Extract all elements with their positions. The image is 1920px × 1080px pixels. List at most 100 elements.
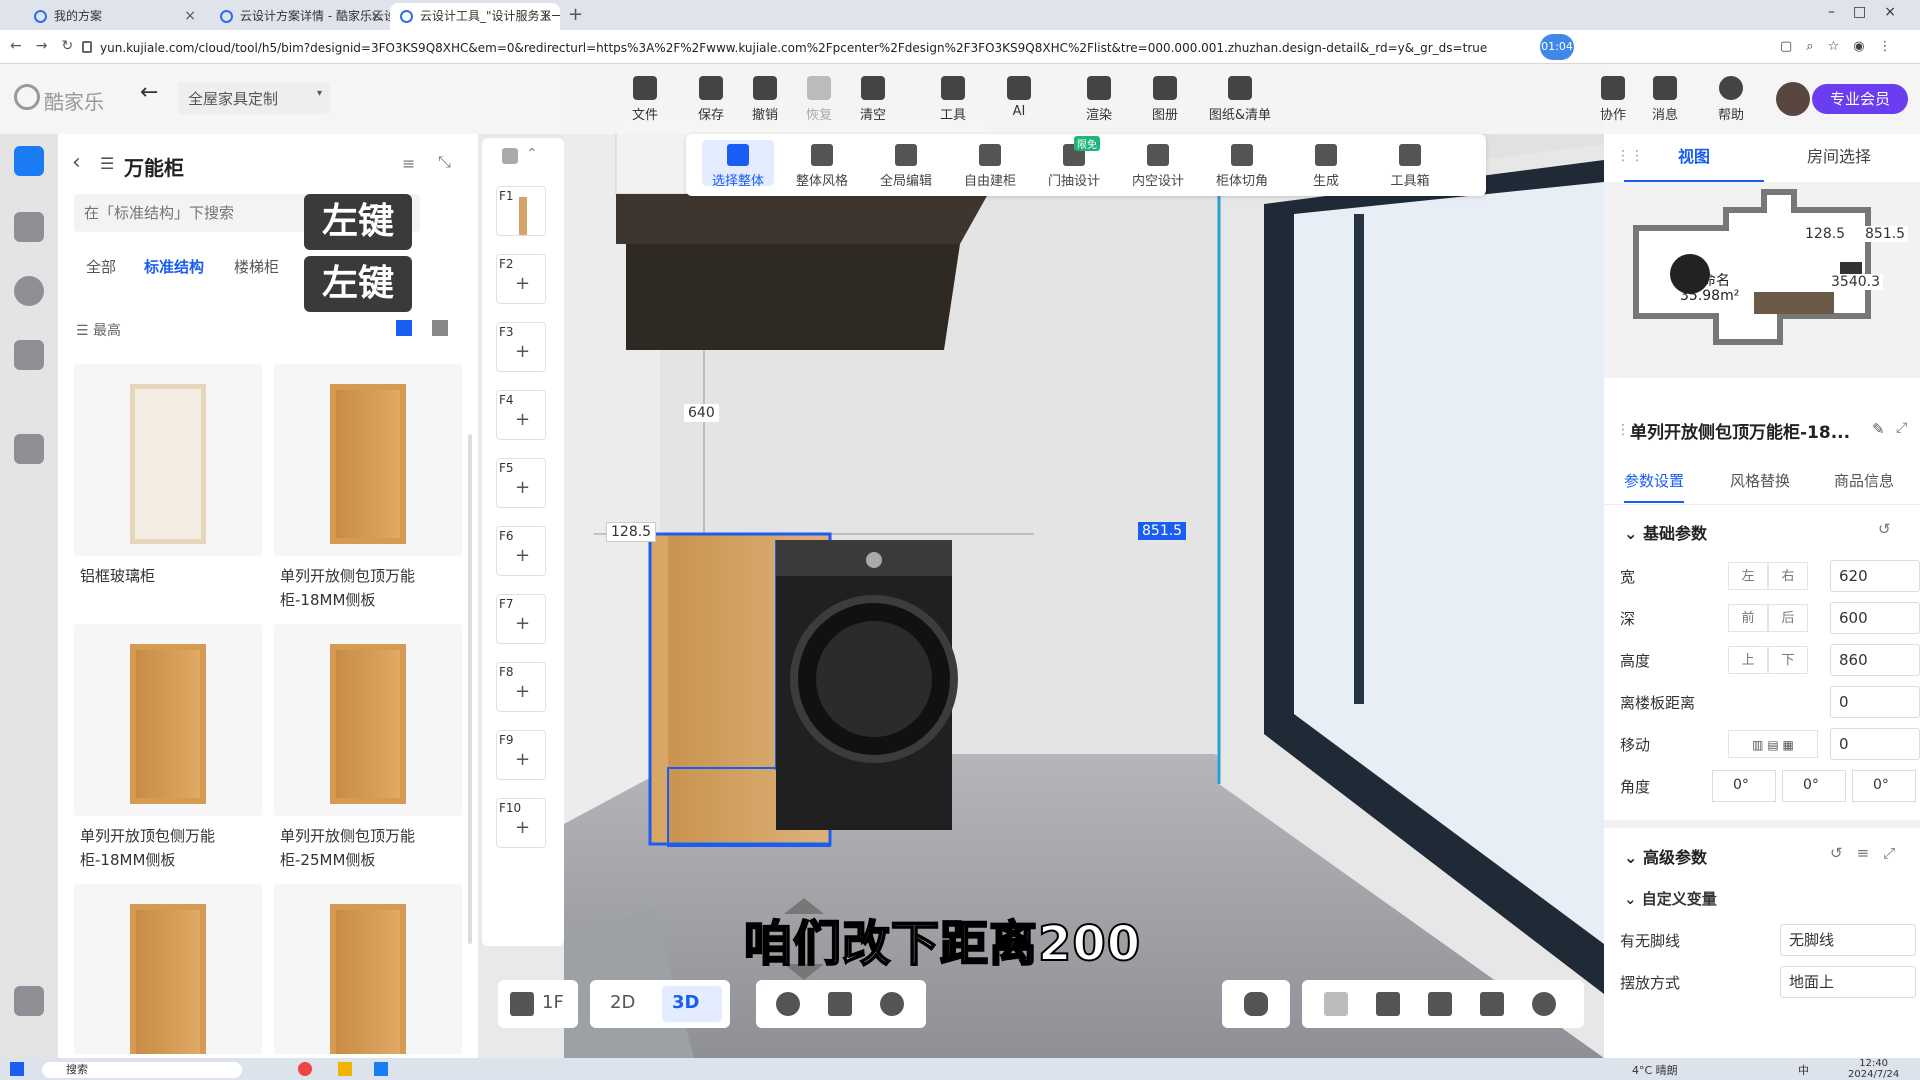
advanced-actions[interactable]: ↺≡⤢ bbox=[1830, 844, 1909, 862]
render-menu[interactable]: 渲染 bbox=[1074, 76, 1124, 123]
advanced-params-section[interactable]: ⌄ 高级参数 bbox=[1624, 844, 1707, 868]
library-item[interactable]: 单列开放顶包侧万能柜-18MM侧板 bbox=[74, 624, 264, 874]
ime-indicator[interactable]: 中 bbox=[1798, 1062, 1809, 1078]
redo-button[interactable]: 恢复 bbox=[794, 76, 844, 123]
nav-brand-icon[interactable] bbox=[14, 212, 44, 242]
back-icon[interactable]: ‹ bbox=[72, 150, 81, 175]
anchor-top-toggle[interactable]: 上 bbox=[1728, 646, 1768, 674]
door-drawer-tool[interactable]: 门抽设计 限免 bbox=[1038, 136, 1110, 189]
move-mode-icons[interactable]: ▥ ▤ ▦ bbox=[1728, 730, 1818, 758]
chevron-updown-icon[interactable]: ⌃ bbox=[526, 146, 538, 162]
3d-viewport[interactable]: 640 128.5 851.5 咱们改下距离200 bbox=[564, 64, 1604, 1058]
placement-select[interactable]: 地面上 bbox=[1780, 966, 1916, 998]
custom-vars-section[interactable]: ⌄ 自定义变量 bbox=[1624, 888, 1717, 909]
nav-user-icon[interactable] bbox=[14, 276, 44, 306]
collab-button[interactable]: 协作 bbox=[1588, 76, 1638, 123]
edit-icon[interactable]: ✎ bbox=[1872, 420, 1885, 438]
nav-buttons[interactable]: ←→↻ bbox=[10, 38, 87, 54]
floor-item-F10[interactable]: F10 + bbox=[496, 798, 546, 848]
floor-switch[interactable]: 1F bbox=[498, 980, 578, 1028]
angle-y-input[interactable]: 0° bbox=[1782, 770, 1846, 802]
zoom-icon[interactable] bbox=[1532, 992, 1556, 1016]
overall-style-tool[interactable]: 整体风格 bbox=[786, 144, 858, 189]
browser-actions[interactable]: ▢⌕☆◉⋮ bbox=[1780, 39, 1900, 55]
floor-item-F7[interactable]: F7 + bbox=[496, 594, 546, 644]
focus-icon[interactable] bbox=[1480, 992, 1504, 1016]
category-tab-standard[interactable]: 标准结构 bbox=[144, 256, 204, 277]
site-info-icon[interactable] bbox=[82, 41, 92, 53]
tab-params[interactable]: 参数设置 bbox=[1624, 470, 1685, 503]
view-3d-button[interactable]: 3D bbox=[662, 986, 722, 1022]
expand-icon[interactable]: ⤢ bbox=[1896, 420, 1907, 436]
library-item[interactable]: 单列开放侧包顶万能柜-25MM侧板 bbox=[274, 624, 464, 874]
floor-item-F1[interactable]: F1 bbox=[496, 186, 546, 236]
tab-view[interactable]: 视图 bbox=[1624, 134, 1764, 182]
library-item[interactable]: 单列开放侧包顶万能柜-18MM侧板 bbox=[274, 364, 464, 614]
close-icon[interactable]: × bbox=[540, 3, 552, 29]
reset-icon[interactable]: ↺ bbox=[1878, 520, 1891, 538]
browser-tab[interactable]: 云设计方案详情 - 酷家乐云设计 × bbox=[210, 3, 390, 30]
floor-item-F4[interactable]: F4 + bbox=[496, 390, 546, 440]
image-icon[interactable] bbox=[1324, 992, 1348, 1016]
floor-distance-input[interactable]: 0 bbox=[1830, 686, 1920, 718]
tab-style-replace[interactable]: 风格替换 bbox=[1730, 470, 1790, 491]
anchor-back-toggle[interactable]: 后 bbox=[1768, 604, 1808, 632]
box-icon[interactable] bbox=[828, 992, 852, 1016]
category-tab-all[interactable]: 全部 bbox=[86, 256, 116, 277]
avatar[interactable] bbox=[1776, 82, 1810, 116]
tools-menu[interactable]: 工具 bbox=[928, 76, 978, 123]
browser-tab[interactable]: 我的方案 × bbox=[24, 3, 204, 30]
toggle-panel-button[interactable] bbox=[1222, 980, 1290, 1028]
nav-list-icon[interactable] bbox=[14, 986, 44, 1016]
album-button[interactable]: 图册 bbox=[1140, 76, 1190, 123]
collapse-icon[interactable]: ⤡ bbox=[438, 152, 451, 172]
angle-z-input[interactable]: 0° bbox=[1852, 770, 1916, 802]
move-input[interactable]: 0 bbox=[1830, 728, 1920, 760]
ai-menu[interactable]: AI bbox=[994, 76, 1044, 119]
mode-select[interactable]: 全屋家具定制 ▾ bbox=[178, 82, 330, 114]
anchor-left-toggle[interactable]: 左 bbox=[1728, 562, 1768, 590]
tab-product-info[interactable]: 商品信息 bbox=[1834, 470, 1894, 491]
messages-button[interactable]: 消息 bbox=[1640, 76, 1690, 123]
file-menu[interactable]: 文件 bbox=[620, 76, 670, 123]
floor-item-F5[interactable]: F5 + bbox=[496, 458, 546, 508]
window-controls[interactable]: –□× bbox=[1828, 4, 1914, 20]
folder-icon[interactable] bbox=[338, 1062, 352, 1076]
search-input[interactable] bbox=[74, 194, 294, 232]
width-input[interactable]: 620 bbox=[1830, 560, 1920, 592]
generate-tool[interactable]: 生成 bbox=[1290, 144, 1362, 189]
help-button[interactable]: 帮助 bbox=[1706, 76, 1756, 123]
vip-badge[interactable]: 专业会员 bbox=[1812, 84, 1908, 114]
dimension-label-top[interactable]: 640 bbox=[684, 404, 719, 422]
global-edit-tool[interactable]: 全局编辑 bbox=[870, 144, 942, 189]
floor-item-F8[interactable]: F8 + bbox=[496, 662, 546, 712]
grid-view-icon[interactable] bbox=[396, 320, 412, 336]
nav-cabinet-icon[interactable] bbox=[14, 146, 44, 176]
os-search[interactable]: 搜索 bbox=[42, 1062, 242, 1078]
chrome-icon[interactable] bbox=[298, 1062, 312, 1076]
capture-icon[interactable] bbox=[1376, 992, 1400, 1016]
undo-button[interactable]: 撤销 bbox=[740, 76, 790, 123]
basic-params-section[interactable]: ⌄ 基础参数 bbox=[1624, 520, 1707, 544]
depth-input[interactable]: 600 bbox=[1830, 602, 1920, 634]
save-button[interactable]: 保存 bbox=[686, 76, 736, 123]
cabinet-chamfer-tool[interactable]: 柜体切角 bbox=[1206, 144, 1278, 189]
angle-x-input[interactable]: 0° bbox=[1712, 770, 1776, 802]
filter-icon[interactable]: ≡ bbox=[402, 154, 415, 173]
height-input[interactable]: 860 bbox=[1830, 644, 1920, 676]
interior-design-tool[interactable]: 内空设计 bbox=[1122, 144, 1194, 189]
floor-item-F2[interactable]: F2 + bbox=[496, 254, 546, 304]
back-icon[interactable]: ← bbox=[140, 80, 158, 105]
dimension-label-left[interactable]: 128.5 bbox=[606, 522, 657, 542]
free-build-tool[interactable]: 自由建柜 bbox=[954, 144, 1026, 189]
skirting-select[interactable]: 无脚线 bbox=[1780, 924, 1916, 956]
app-icon[interactable] bbox=[374, 1062, 388, 1076]
new-tab-icon[interactable]: + bbox=[568, 4, 583, 25]
anchor-bottom-toggle[interactable]: 下 bbox=[1768, 646, 1808, 674]
close-icon[interactable]: × bbox=[184, 3, 196, 29]
floor-item-F3[interactable]: F3 + bbox=[496, 322, 546, 372]
clock[interactable]: 12:40 2024/7/24 bbox=[1848, 1058, 1899, 1080]
floor-item-F9[interactable]: F9 + bbox=[496, 730, 546, 780]
library-item[interactable] bbox=[74, 884, 264, 1054]
view-2d-button[interactable]: 2D bbox=[610, 992, 635, 1013]
